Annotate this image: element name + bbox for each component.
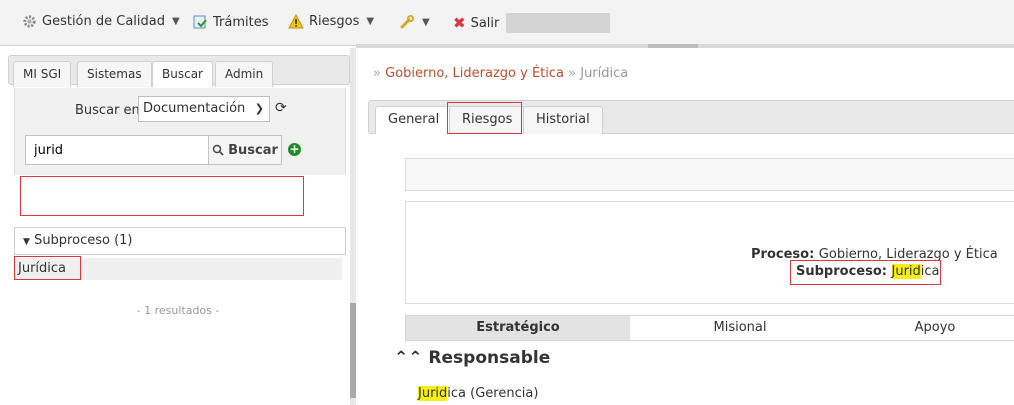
section-title-responsable[interactable]: ⌃⌃ Responsable [394, 348, 550, 368]
magnifier-icon [212, 144, 224, 156]
category-tabs: Estratégico Misional Apoyo [405, 315, 1014, 341]
menu-gestion-calidad[interactable]: Gestión de Calidad ▼ [22, 14, 180, 29]
responsable-value: Juridica (Gerencia) [418, 386, 538, 401]
results-count: - 1 resultados - [136, 304, 220, 317]
forms-icon [193, 15, 207, 29]
tab-riesgos[interactable]: Riesgos [449, 106, 526, 134]
results-group-label: Subproceso (1) [34, 233, 133, 248]
left-scrollbar[interactable] [350, 48, 356, 405]
wrench-icon [400, 15, 414, 29]
top-menu-bar: Gestión de Calidad ▼ Trámites Riesgos ▼ … [0, 0, 1014, 48]
content-tab-bar: General Riesgos Historial [368, 100, 1014, 134]
close-x-icon: ✖ [453, 14, 466, 32]
search-scope-value: Documentación [143, 101, 246, 116]
breadcrumb-current: Jurídica [580, 66, 629, 81]
search-input[interactable] [25, 135, 211, 165]
search-in-label: Buscar en [75, 103, 140, 118]
proceso-line: Proceso: Gobierno, Liderazgo y Ética [751, 247, 998, 262]
proceso-label: Proceso [751, 247, 810, 262]
responsable-highlight: Jurid [418, 386, 448, 401]
responsable-rest: ica (Gerencia) [447, 386, 539, 401]
caret-down-icon: ▼ [23, 237, 30, 247]
category-apoyo[interactable]: Apoyo [850, 316, 1014, 340]
search-button[interactable]: Buscar [208, 135, 282, 165]
breadcrumb-separator: » [568, 66, 581, 81]
category-misional[interactable]: Misional [630, 316, 850, 340]
menu-riesgos[interactable]: Riesgos ▼ [288, 14, 374, 29]
warning-icon [288, 14, 304, 29]
tab-general[interactable]: General [375, 106, 453, 134]
results-group-subproceso[interactable]: ▼ Subproceso (1) [14, 227, 346, 255]
tab-mi-sgi[interactable]: MI SGI [13, 61, 72, 87]
menu-riesgos-label: Riesgos [309, 14, 360, 29]
gear-icon [23, 15, 36, 28]
menu-tramites-label: Trámites [213, 14, 269, 30]
refresh-icon[interactable]: ⟳ [275, 100, 287, 116]
category-estrategico[interactable]: Estratégico [406, 316, 630, 340]
left-tab-bar: MI SGI Sistemas Buscar Admin [8, 55, 350, 87]
subproceso-highlight: Jurid [891, 264, 921, 279]
toolbar-area [405, 158, 1014, 191]
subproceso-label: Subproceso [796, 264, 882, 279]
scrollbar-thumb[interactable] [350, 303, 356, 398]
add-plus-icon[interactable]: + [288, 143, 301, 156]
search-scope-select[interactable]: Documentación ❯ [138, 96, 270, 122]
breadcrumb: » Gobierno, Liderazgo y Ética » Jurídica [373, 66, 628, 81]
menu-tramites[interactable]: Trámites [192, 14, 269, 30]
subproceso-line: Subproceso: Juridica [796, 264, 940, 279]
menu-salir[interactable]: ✖ Salir [453, 14, 499, 32]
tab-buscar[interactable]: Buscar [152, 61, 213, 87]
menu-salir-label: Salir [470, 15, 500, 31]
search-button-label: Buscar [228, 142, 278, 158]
section-title-label: Responsable [428, 348, 551, 368]
tab-sistemas[interactable]: Sistemas [77, 61, 152, 87]
search-panel: Buscar en Documentación ❯ ⟳ Buscar + [14, 88, 346, 175]
breadcrumb-separator: » [373, 66, 386, 81]
breadcrumb-parent-link[interactable]: Gobierno, Liderazgo y Ética [385, 66, 564, 81]
subproceso-rest: ica [920, 264, 940, 279]
caret-down-icon: ▼ [366, 16, 375, 27]
menu-gestion-calidad-label: Gestión de Calidad [42, 14, 165, 29]
tab-historial[interactable]: Historial [523, 106, 603, 134]
result-item-label: Jurídica [18, 261, 67, 276]
chevron-down-icon: ❯ [254, 102, 264, 115]
caret-down-icon: ▼ [172, 16, 180, 27]
proceso-value[interactable]: Gobierno, Liderazgo y Ética [819, 247, 998, 262]
user-name-redacted [506, 13, 610, 33]
caret-down-icon: ▼ [422, 16, 430, 28]
list-item[interactable]: Jurídica [14, 258, 342, 280]
menu-tools[interactable]: ▼ [399, 14, 430, 30]
double-chevron-up-icon: ⌃⌃ [394, 348, 423, 368]
tab-admin[interactable]: Admin [215, 61, 274, 87]
